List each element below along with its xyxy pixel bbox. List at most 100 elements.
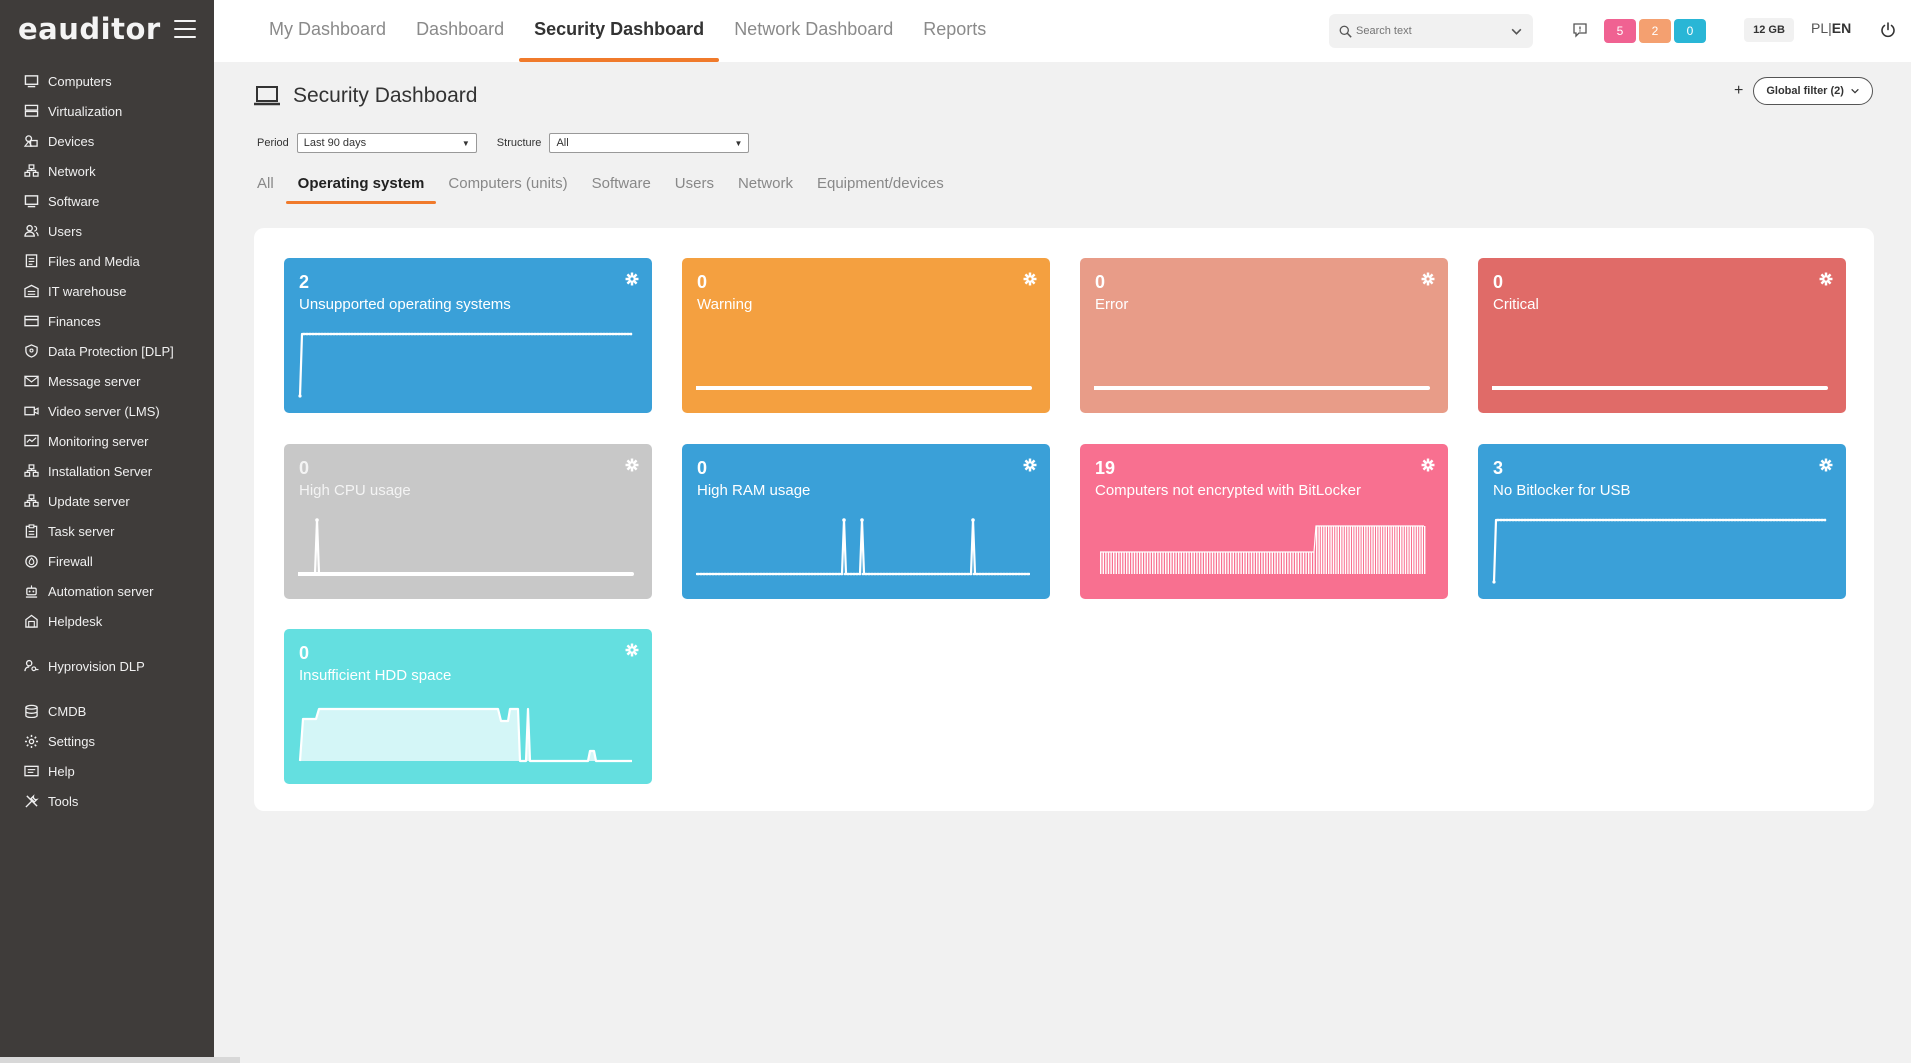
sparkline-point [440,332,444,336]
logo[interactable]: eauditor [18,12,161,46]
sidebar-item-label: Monitoring server [48,433,149,449]
gear-icon[interactable] [625,643,639,657]
sidebar-item-network[interactable]: Network [0,156,214,186]
sparkline-bar [1335,526,1337,574]
widget-card-error[interactable]: 0 Error [1080,258,1448,413]
sidebar-item-data-protection-dlp[interactable]: Data Protection [DLP] [0,336,214,366]
alert-count-badge[interactable]: 5 [1604,19,1636,43]
sparkline-point [347,332,351,336]
chevron-down-icon[interactable] [1510,25,1523,38]
tab-dashboard[interactable]: Dashboard [401,0,519,62]
power-icon[interactable] [1879,21,1897,39]
sidebar-item-installation-server[interactable]: Installation Server [0,456,214,486]
sparkline-point [317,332,321,336]
sidebar-item-files-and-media[interactable]: Files and Media [0,246,214,276]
tab-my-dashboard[interactable]: My Dashboard [254,0,401,62]
sidebar-item-monitoring-server[interactable]: Monitoring server [0,426,214,456]
gear-icon[interactable] [625,272,639,286]
sidebar-item-devices[interactable]: Devices [0,126,214,156]
sidebar-item-automation-server[interactable]: Automation server [0,576,214,606]
sparkline-bar [1240,552,1242,574]
widget-card-insufficient-hdd-space[interactable]: 0 Insufficient HDD space [284,629,652,784]
sparkline-bar [1424,526,1426,574]
widget-card-computers-not-encrypted-with-bitlocker[interactable]: 19 Computers not encrypted with BitLocker [1080,444,1448,599]
sparkline-point [963,572,967,576]
sidebar-item-computers[interactable]: Computers [0,66,214,96]
sidebar-item-help[interactable]: Help [0,756,214,786]
widget-card-critical[interactable]: 0 Critical [1478,258,1846,413]
structure-select[interactable]: All ▼ [549,133,750,153]
sparkline-point [596,332,600,336]
sidebar-item-update-server[interactable]: Update server [0,486,214,516]
sparkline-bar [1332,526,1335,574]
search-box[interactable] [1329,14,1533,48]
period-label: Period [257,137,289,149]
period-select[interactable]: Last 90 days ▼ [296,133,477,153]
sidebar-item-firewall[interactable]: Firewall [0,546,214,576]
sparkline-point [711,572,715,576]
sidebar-item-helpdesk[interactable]: Helpdesk [0,606,214,636]
menu-icon[interactable] [174,20,196,38]
sparkline-bar [1354,526,1356,574]
gear-icon[interactable] [1819,458,1833,472]
search-input[interactable] [1356,25,1506,37]
subtab-users[interactable]: Users [663,172,726,204]
sidebar-item-task-server[interactable]: Task server [0,516,214,546]
lang-en[interactable]: EN [1832,20,1851,36]
subtab-computers-units[interactable]: Computers (units) [436,172,579,204]
sidebar-item-virtualization[interactable]: Virtualization [0,96,214,126]
sidebar-item-finances[interactable]: Finances [0,306,214,336]
widget-card-high-cpu-usage[interactable]: 0 High CPU usage [284,444,652,599]
sparkline-point [924,572,928,576]
gear-icon[interactable] [1421,272,1435,286]
gear-icon[interactable] [1421,458,1435,472]
subtab-network[interactable]: Network [726,172,805,204]
alert-count-badge[interactable]: 2 [1639,19,1671,43]
widget-card-high-ram-usage[interactable]: 0 High RAM usage [682,444,1050,599]
subtab-operating-system[interactable]: Operating system [285,172,437,204]
sparkline-point [780,572,784,576]
sidebar-item-cmdb[interactable]: CMDB [0,696,214,726]
sparkline-point [822,572,826,576]
add-filter-button[interactable]: + [1734,82,1743,100]
widget-card-unsupported-operating-systems[interactable]: 2 Unsupported operating systems [284,258,652,413]
sparkline-bar [1170,552,1172,574]
gear-icon[interactable] [1819,272,1833,286]
message-icon[interactable] [1572,22,1588,38]
sparkline-point [1008,572,1012,576]
subtab-equipment-devices[interactable]: Equipment/devices [805,172,956,204]
sparkline-bar [1342,526,1344,574]
dropdown-arrow-icon: ▼ [734,138,743,148]
subtab-software[interactable]: Software [580,172,663,204]
gear-icon[interactable] [625,458,639,472]
alert-count-badge[interactable]: 0 [1674,19,1706,43]
sparkline-point [1784,518,1788,522]
sparkline-bar [1352,526,1354,574]
lang-pl[interactable]: PL [1811,20,1828,36]
sparkline-point [611,332,615,336]
tab-network-dashboard[interactable]: Network Dashboard [719,0,908,62]
widget-label: High CPU usage [299,482,411,499]
gear-icon[interactable] [1023,272,1037,286]
subtab-all[interactable]: All [245,172,286,204]
sidebar-item-settings[interactable]: Settings [0,726,214,756]
tab-reports[interactable]: Reports [908,0,1001,62]
sidebar-item-software[interactable]: Software [0,186,214,216]
sparkline-bar [1292,552,1294,574]
sidebar-item-tools[interactable]: Tools [0,786,214,816]
widget-card-warning[interactable]: 0 Warning [682,258,1050,413]
sidebar-item-message-server[interactable]: Message server [0,366,214,396]
sparkline-point [1709,518,1713,522]
sparkline-point [476,332,480,336]
sidebar-item-hyprovision-dlp[interactable]: Hyprovision DLP [0,651,214,681]
tab-security-dashboard[interactable]: Security Dashboard [519,0,720,62]
widget-card-no-bitlocker-for-usb[interactable]: 3 No Bitlocker for USB [1478,444,1846,599]
horizontal-scrollbar[interactable] [0,1057,240,1063]
sidebar-item-it-warehouse[interactable]: IT warehouse [0,276,214,306]
sparkline-point [302,332,306,336]
sidebar-item-video-server-lms[interactable]: Video server (LMS) [0,396,214,426]
sidebar-item-users[interactable]: Users [0,216,214,246]
global-filter-button[interactable]: Global filter (2) [1753,77,1873,105]
gear-icon[interactable] [1023,458,1037,472]
sparkline-point [1670,518,1674,522]
